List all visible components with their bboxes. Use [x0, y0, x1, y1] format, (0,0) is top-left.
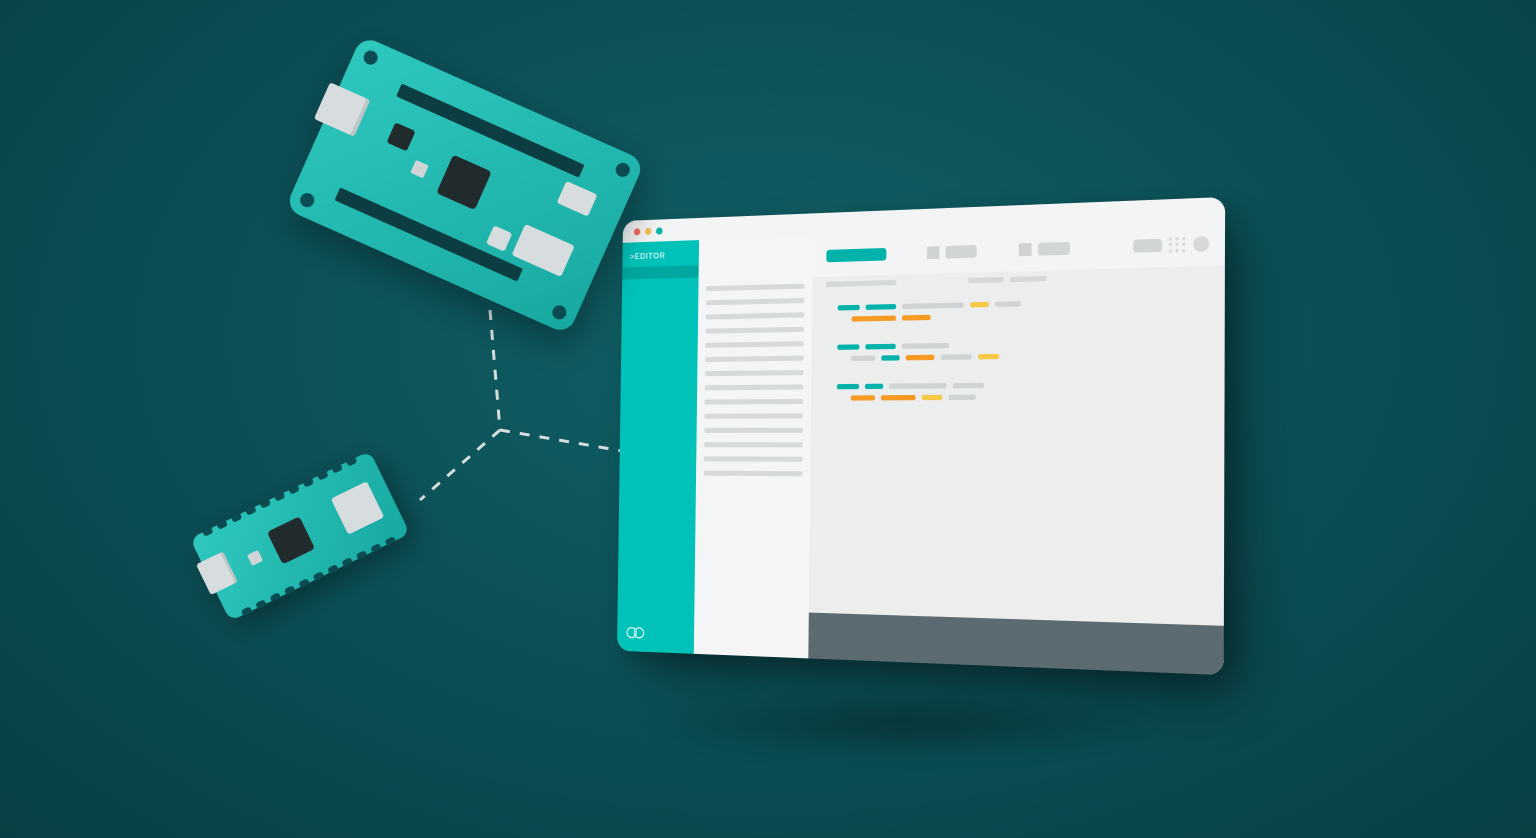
file-list-panel [694, 236, 813, 658]
arduino-nano-board [190, 451, 410, 621]
editor-sidebar: >EDITOR [617, 240, 699, 654]
avatar-icon[interactable] [1193, 236, 1209, 252]
chip-icon [387, 122, 416, 151]
file-list-item[interactable] [705, 370, 803, 376]
file-list-item[interactable] [705, 384, 803, 390]
file-list-item[interactable] [706, 298, 804, 305]
editor-window: >EDITOR [617, 197, 1225, 675]
file-list-item[interactable] [706, 284, 804, 292]
mcu-chip-icon [267, 516, 315, 564]
component-icon [486, 225, 512, 251]
file-list-item[interactable] [705, 413, 803, 418]
editor-window-perspective: >EDITOR [620, 220, 1210, 650]
file-list-item[interactable] [705, 356, 803, 362]
tab-action[interactable] [968, 276, 1004, 282]
component-icon [331, 481, 384, 534]
toolbar-action-icon[interactable] [1019, 243, 1032, 256]
file-list-item[interactable] [706, 327, 804, 334]
code-block [837, 381, 1195, 401]
tab-action[interactable] [1010, 275, 1046, 281]
file-list-item[interactable] [704, 456, 802, 462]
file-list-item[interactable] [704, 428, 802, 433]
sidebar-label: >EDITOR [622, 240, 699, 268]
sidebar-active-item[interactable] [622, 265, 699, 279]
file-list-item[interactable] [704, 471, 802, 477]
editor-shadow [640, 690, 1160, 760]
file-list-item[interactable] [704, 442, 802, 447]
code-block [837, 339, 1195, 361]
code-block [838, 297, 1196, 322]
toolbar-select[interactable] [946, 245, 977, 259]
tab[interactable] [826, 279, 896, 286]
usb-port-icon [314, 82, 370, 136]
toolbar-select[interactable] [1038, 242, 1070, 256]
file-list-item[interactable] [706, 341, 804, 348]
arduino-logo-icon [626, 627, 645, 642]
component-icon [410, 160, 428, 178]
toolbar-verify-button[interactable] [826, 248, 886, 262]
maximize-icon[interactable] [656, 227, 663, 234]
mcu-chip-icon [436, 155, 491, 210]
grid-menu-icon[interactable] [1169, 237, 1187, 253]
minimize-icon[interactable] [645, 227, 652, 234]
file-list-item[interactable] [705, 399, 803, 405]
close-icon[interactable] [634, 228, 641, 235]
arduino-mkr-board [285, 35, 645, 335]
toolbar-item[interactable] [1133, 239, 1162, 253]
code-lines[interactable] [809, 281, 1225, 626]
toolbar-action-icon[interactable] [927, 246, 939, 259]
component-icon [557, 181, 598, 217]
file-list-item[interactable] [706, 312, 804, 319]
component-icon [247, 550, 263, 566]
usb-port-icon [196, 551, 238, 595]
code-editor-area [808, 221, 1225, 675]
